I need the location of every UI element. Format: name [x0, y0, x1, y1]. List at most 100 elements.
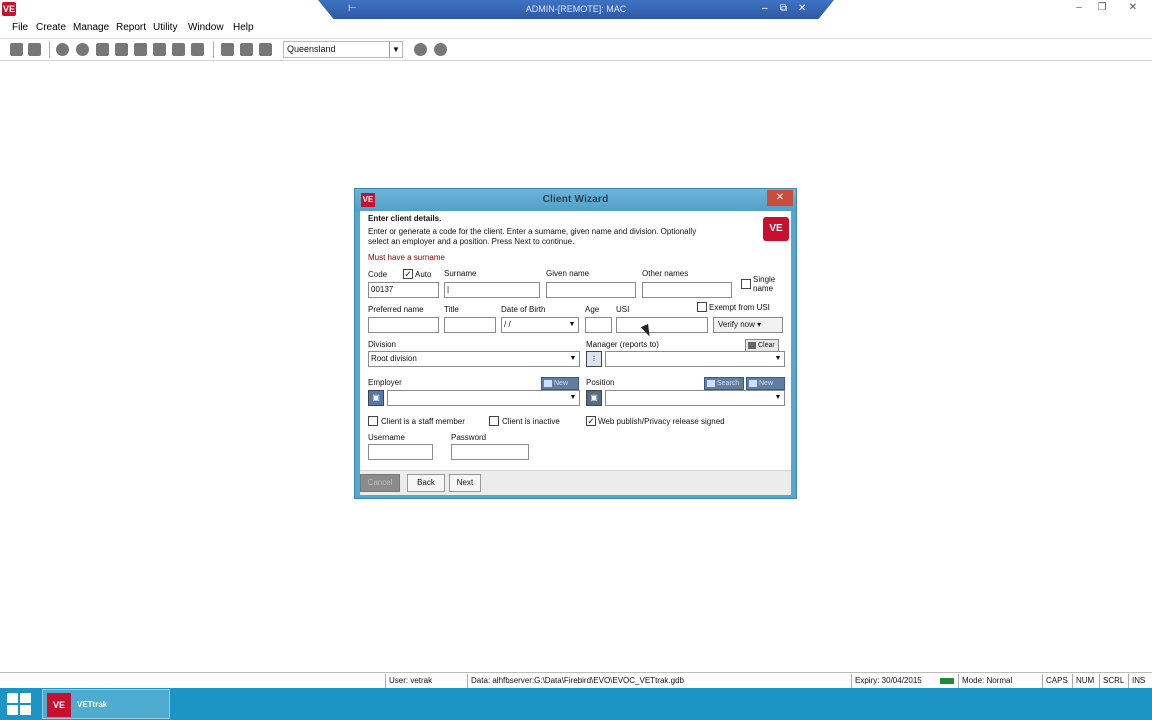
position-new-button[interactable]: New [746, 377, 785, 390]
other-names-field[interactable] [642, 282, 732, 298]
wizard-button-bar: Cancel Back Next [360, 470, 791, 495]
heart-icon[interactable] [191, 43, 204, 56]
exempt-usi-label: Exempt from USI [709, 303, 770, 312]
given-name-field[interactable] [546, 282, 636, 298]
remote-close-icon[interactable]: ✕ [798, 3, 806, 14]
code-field[interactable]: 00137 [368, 282, 439, 298]
surname-label: Surname [444, 269, 477, 278]
dialog-titlebar[interactable]: VE Client Wizard ✕ [355, 189, 796, 211]
globe-icon[interactable] [56, 43, 69, 56]
course-icon[interactable] [153, 43, 166, 56]
state-select[interactable]: Queensland ▼ [283, 41, 403, 58]
manager-lookup-button[interactable]: ⁝ [586, 351, 602, 367]
menu-report[interactable]: Report [116, 22, 146, 33]
status-expiry: Expiry: 30/04/2015 [851, 674, 935, 688]
chevron-down-icon[interactable]: ▼ [773, 353, 783, 365]
remote-minimize-icon[interactable]: – [762, 3, 768, 14]
dialog-body: Enter client details. Enter or generate … [360, 211, 791, 495]
password-label: Password [451, 433, 487, 442]
save-all-icon[interactable] [28, 43, 41, 56]
employer-select[interactable]: ▼ [387, 390, 580, 406]
exempt-usi-checkbox[interactable] [697, 302, 707, 312]
age-field[interactable] [585, 317, 612, 333]
intro-line-1: Enter or generate a code for the client.… [368, 227, 697, 236]
trainer-icon[interactable] [134, 43, 147, 56]
dob-label: Date of Birth [501, 305, 546, 314]
remote-restore-icon[interactable]: ⧉ [780, 3, 787, 14]
position-select[interactable]: ▼ [605, 390, 785, 406]
close-icon[interactable]: ✕ [1122, 1, 1144, 15]
chevron-down-icon[interactable]: ▼ [773, 392, 783, 404]
menu-bar: File Create Manage Report Utility Window… [0, 19, 1152, 39]
position-lookup-button[interactable]: ▣ [586, 390, 602, 406]
chart-icon[interactable] [240, 43, 253, 56]
verify-now-button[interactable]: Verify now ▾ [713, 317, 783, 333]
back-button[interactable]: Back [407, 474, 445, 492]
usi-field[interactable] [616, 317, 708, 333]
employer-new-button[interactable]: New [541, 377, 579, 390]
document-icon[interactable] [221, 43, 234, 56]
vettrak-logo-icon: VE [2, 2, 16, 16]
minimize-icon[interactable]: – [1068, 1, 1090, 15]
event-icon[interactable] [172, 43, 185, 56]
staff-member-checkbox[interactable] [368, 416, 378, 426]
position-search-button[interactable]: Search [704, 377, 744, 390]
password-field[interactable] [451, 444, 529, 460]
next-button[interactable]: Next [449, 474, 481, 492]
app-titlebar: VE ⊢ ADMIN-[REMOTE]: MAC – ⧉ ✕ – ❐ ✕ [0, 0, 1152, 19]
menu-create[interactable]: Create [36, 22, 66, 33]
status-mode: Mode: Normal [958, 674, 1042, 688]
division-value: Root division [371, 354, 417, 363]
employer-lookup-button[interactable]: ▣ [368, 390, 384, 406]
preferred-name-field[interactable] [368, 317, 439, 333]
chevron-down-icon[interactable]: ▼ [568, 392, 578, 404]
group-icon[interactable] [115, 43, 128, 56]
staff-member-label: Client is a staff member [381, 417, 465, 426]
single-name-checkbox[interactable] [741, 279, 751, 289]
division-select[interactable]: Root division ▼ [368, 351, 580, 367]
employer-label: Employer [368, 378, 402, 387]
employer-new-label: New [554, 380, 569, 387]
dialog-close-icon[interactable]: ✕ [767, 190, 793, 206]
chevron-down-icon[interactable]: ▼ [567, 319, 577, 331]
dob-picker[interactable]: / / ▼ [501, 317, 579, 333]
save-icon[interactable] [10, 43, 23, 56]
menu-utility[interactable]: Utility [153, 22, 177, 33]
menu-manage[interactable]: Manage [73, 22, 109, 33]
taskbar-vettrak[interactable]: VE VETtrak [42, 689, 170, 719]
windows-start-icon[interactable] [6, 693, 32, 715]
username-label: Username [368, 433, 405, 442]
cancel-button[interactable]: Cancel [360, 474, 400, 492]
chevron-down-icon[interactable]: ▼ [568, 353, 578, 365]
surname-field[interactable]: | [444, 282, 540, 298]
other-names-label: Other names [642, 269, 689, 278]
status-bar: User: vetrak Data: alhfbserver:G:\Data\F… [0, 672, 1152, 688]
settings-icon[interactable] [259, 43, 272, 56]
new-icon [544, 380, 552, 387]
search-icon [707, 380, 715, 387]
title-field[interactable] [444, 317, 496, 333]
auto-checkbox[interactable]: ✓ [403, 269, 413, 279]
dob-value: / / [504, 320, 511, 329]
menu-file[interactable]: File [12, 22, 28, 33]
manager-select[interactable]: ▼ [605, 351, 785, 367]
state-select-value: Queensland [287, 44, 336, 54]
position-new-label: New [759, 380, 774, 387]
status-data-path: Data: alhfbserver:G:\Data\Firebird\EVO\E… [467, 674, 851, 688]
menu-window[interactable]: Window [188, 22, 224, 33]
position-label: Position [586, 378, 615, 387]
chevron-down-icon[interactable]: ▼ [389, 42, 402, 57]
remote-session-bar[interactable]: ⊢ ADMIN-[REMOTE]: MAC – ⧉ ✕ [318, 0, 834, 19]
inactive-checkbox[interactable] [489, 416, 499, 426]
menu-help[interactable]: Help [233, 22, 254, 33]
restore-icon[interactable]: ❐ [1091, 1, 1113, 15]
back-circle-icon[interactable] [414, 43, 427, 56]
forward-circle-icon[interactable] [434, 43, 447, 56]
single-name-label-2: name [753, 284, 774, 293]
client-icon[interactable] [76, 43, 89, 56]
person-icon[interactable] [96, 43, 109, 56]
username-field[interactable] [368, 444, 433, 460]
remote-session-title: ADMIN-[REMOTE]: MAC [525, 4, 627, 14]
chevron-down-icon: ▾ [757, 320, 762, 329]
web-publish-checkbox[interactable]: ✓ [586, 416, 596, 426]
